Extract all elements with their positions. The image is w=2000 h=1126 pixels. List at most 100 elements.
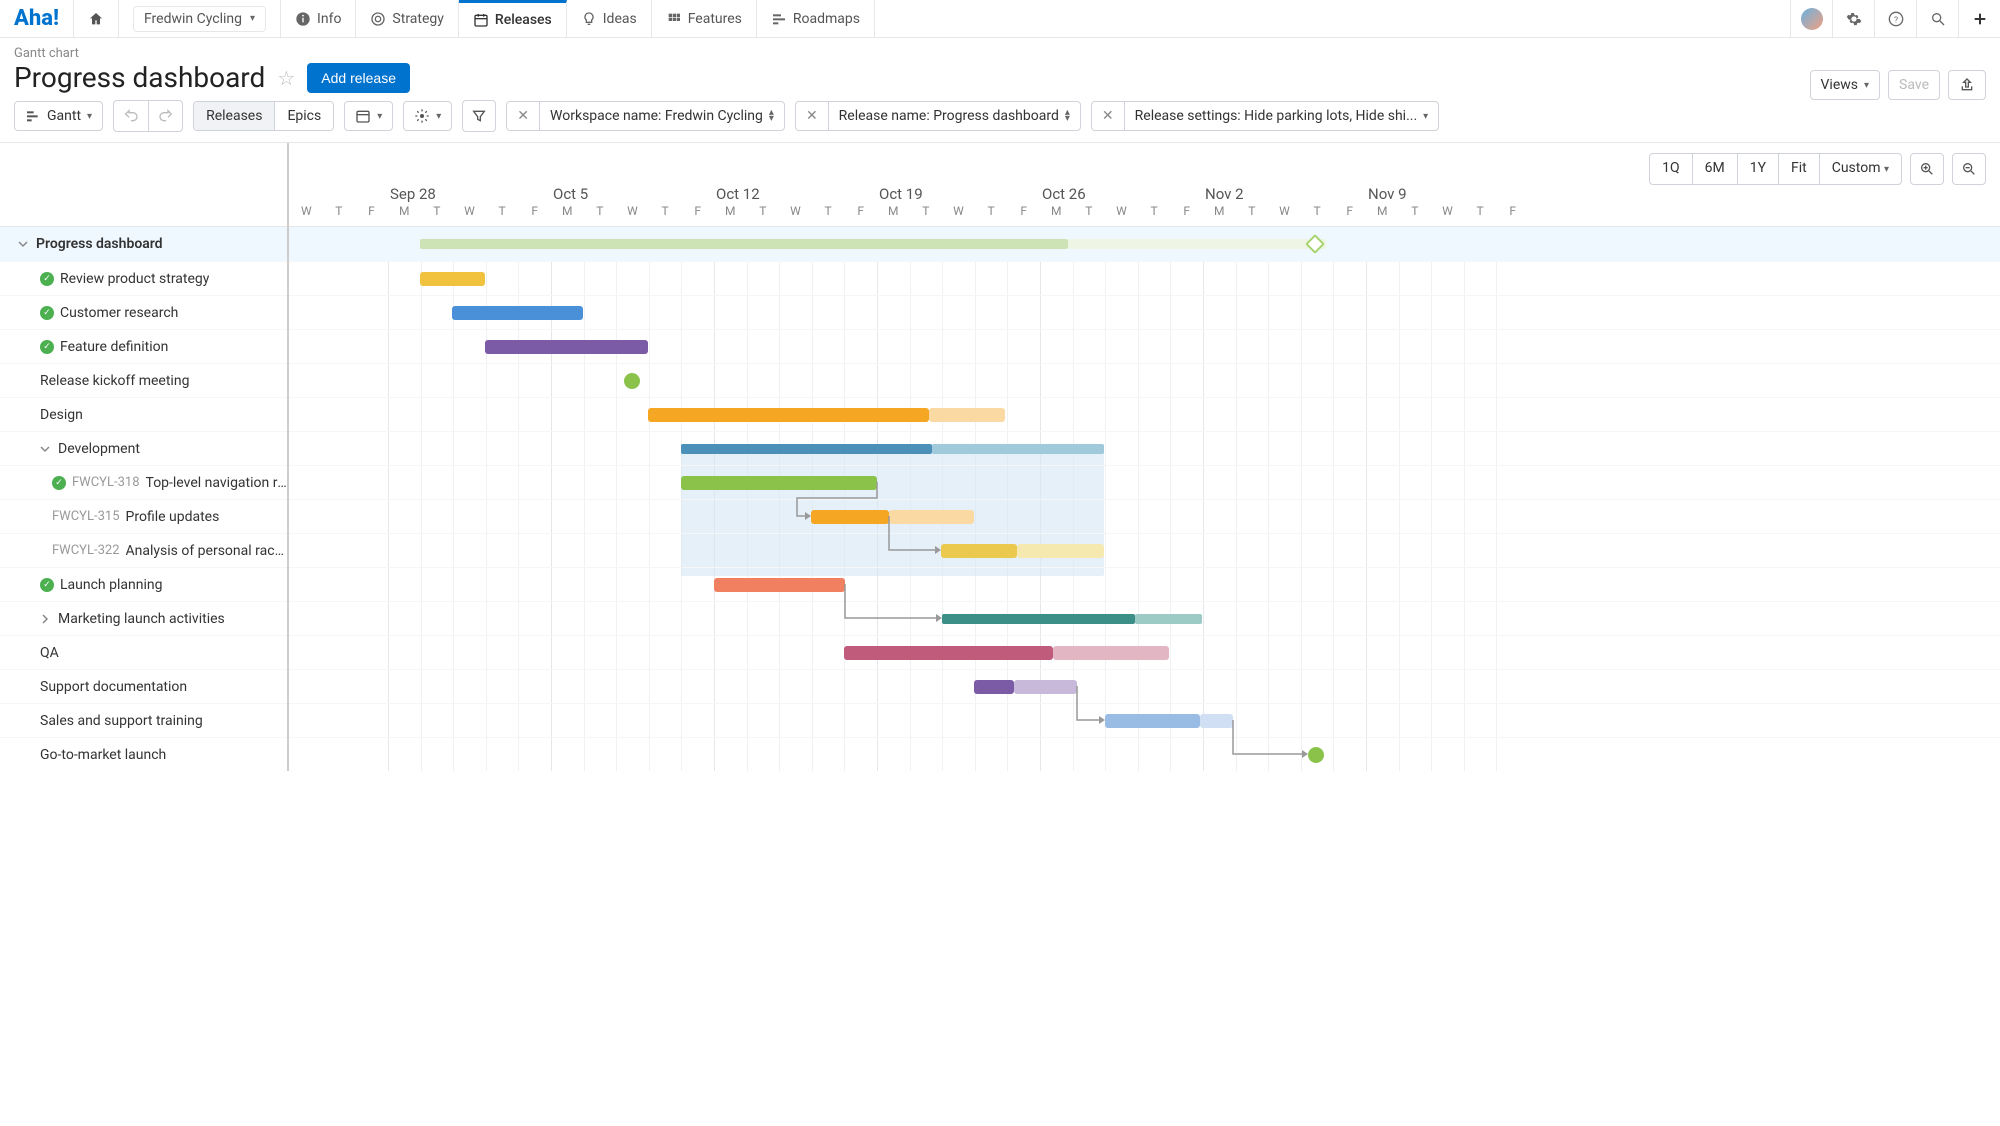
gantt-row[interactable] bbox=[289, 533, 2000, 567]
seg-releases[interactable]: Releases bbox=[194, 102, 274, 130]
nav-info[interactable]: Info bbox=[281, 0, 356, 37]
seg-epics[interactable]: Epics bbox=[274, 102, 333, 130]
task-bar[interactable] bbox=[485, 340, 648, 354]
gantt-row[interactable] bbox=[289, 567, 2000, 601]
gantt-row[interactable] bbox=[289, 261, 2000, 295]
save-button[interactable]: Save bbox=[1888, 70, 1940, 100]
task-name[interactable]: Customer research bbox=[60, 305, 178, 321]
task-row[interactable]: FWCYL-315Profile updates bbox=[0, 499, 287, 533]
zoom-fit[interactable]: Fit bbox=[1778, 154, 1819, 184]
settings-button[interactable] bbox=[1832, 0, 1874, 37]
close-icon[interactable]: ✕ bbox=[1092, 102, 1125, 130]
gantt-row[interactable] bbox=[289, 363, 2000, 397]
task-name[interactable]: Development bbox=[58, 441, 140, 457]
task-name[interactable]: Review product strategy bbox=[60, 271, 209, 287]
close-icon[interactable]: ✕ bbox=[507, 102, 540, 130]
task-bar[interactable] bbox=[1017, 544, 1104, 558]
task-row[interactable]: Support documentation bbox=[0, 669, 287, 703]
task-bar[interactable] bbox=[714, 578, 845, 592]
views-dropdown[interactable]: Views▾ bbox=[1810, 70, 1881, 100]
home-button[interactable] bbox=[74, 0, 119, 37]
close-icon[interactable]: ✕ bbox=[796, 102, 829, 130]
nav-strategy[interactable]: Strategy bbox=[356, 0, 458, 37]
task-bar[interactable] bbox=[941, 544, 1017, 558]
gantt-timeline[interactable]: 1Q 6M 1Y Fit Custom ▾ Sep 28Oct 5Oct 12O… bbox=[289, 143, 2000, 771]
filter-button[interactable] bbox=[462, 100, 496, 132]
zoom-1y[interactable]: 1Y bbox=[1737, 154, 1778, 184]
share-button[interactable] bbox=[1948, 70, 1986, 100]
milestone-dot[interactable] bbox=[1308, 747, 1324, 763]
task-bar[interactable] bbox=[681, 476, 877, 490]
task-name[interactable]: Top-level navigation re... bbox=[146, 475, 287, 491]
task-name[interactable]: Marketing launch activities bbox=[58, 611, 225, 627]
gantt-row[interactable] bbox=[289, 329, 2000, 363]
zoom-in-button[interactable] bbox=[1910, 153, 1944, 185]
task-bar[interactable] bbox=[974, 680, 1014, 694]
task-row[interactable]: Go-to-market launch bbox=[0, 737, 287, 771]
task-name[interactable]: Progress dashboard bbox=[36, 236, 163, 252]
task-name[interactable]: Sales and support training bbox=[40, 713, 203, 729]
zoom-1q[interactable]: 1Q bbox=[1650, 154, 1692, 184]
gantt-row[interactable] bbox=[289, 737, 2000, 771]
summary-bar[interactable] bbox=[1135, 614, 1202, 624]
task-bar[interactable] bbox=[452, 306, 583, 320]
gantt-row[interactable] bbox=[289, 499, 2000, 533]
task-bar[interactable] bbox=[1053, 646, 1169, 660]
filter-release[interactable]: ✕ Release name: Progress dashboard▴▾ bbox=[795, 101, 1081, 131]
workspace-selector[interactable]: Fredwin Cycling ▾ bbox=[119, 0, 281, 37]
undo-button[interactable] bbox=[114, 101, 148, 131]
nav-releases[interactable]: Releases bbox=[459, 0, 567, 37]
filter-settings[interactable]: ✕ Release settings: Hide parking lots, H… bbox=[1091, 101, 1439, 131]
task-name[interactable]: Support documentation bbox=[40, 679, 187, 695]
avatar[interactable] bbox=[1790, 0, 1832, 37]
nav-roadmaps[interactable]: Roadmaps bbox=[757, 0, 875, 37]
task-row[interactable]: Development bbox=[0, 431, 287, 465]
gantt-row[interactable] bbox=[289, 601, 2000, 635]
chevron-down-icon[interactable] bbox=[40, 444, 52, 454]
task-row[interactable]: ✓Review product strategy bbox=[0, 261, 287, 295]
chevron-down-icon[interactable] bbox=[18, 239, 30, 249]
task-bar[interactable] bbox=[929, 408, 1005, 422]
search-button[interactable] bbox=[1916, 0, 1958, 37]
task-row[interactable]: QA bbox=[0, 635, 287, 669]
task-row[interactable]: ✓Launch planning bbox=[0, 567, 287, 601]
redo-button[interactable] bbox=[148, 101, 182, 131]
task-bar[interactable] bbox=[648, 408, 929, 422]
filter-workspace[interactable]: ✕ Workspace name: Fredwin Cycling▴▾ bbox=[506, 101, 785, 131]
task-name[interactable]: Feature definition bbox=[60, 339, 168, 355]
add-button[interactable] bbox=[1958, 0, 2000, 37]
task-name[interactable]: Profile updates bbox=[126, 509, 220, 525]
task-row[interactable]: ✓Feature definition bbox=[0, 329, 287, 363]
task-bar[interactable] bbox=[1105, 714, 1200, 728]
task-name[interactable]: Analysis of personal race g... bbox=[126, 543, 287, 559]
task-bar[interactable] bbox=[811, 510, 889, 524]
milestone-marker[interactable] bbox=[1305, 234, 1325, 254]
task-name[interactable]: QA bbox=[40, 645, 59, 661]
gantt-row[interactable] bbox=[289, 669, 2000, 703]
zoom-out-button[interactable] bbox=[1952, 153, 1986, 185]
task-row[interactable]: ✓Customer research bbox=[0, 295, 287, 329]
task-row[interactable]: FWCYL-322Analysis of personal race g... bbox=[0, 533, 287, 567]
gantt-row[interactable] bbox=[289, 465, 2000, 499]
milestone-dot[interactable] bbox=[624, 373, 640, 389]
task-row[interactable]: Marketing launch activities bbox=[0, 601, 287, 635]
gantt-dropdown[interactable]: Gantt▾ bbox=[14, 101, 103, 131]
gantt-row[interactable] bbox=[289, 703, 2000, 737]
gear-dropdown[interactable]: ▾ bbox=[403, 101, 452, 131]
nav-features[interactable]: Features bbox=[652, 0, 757, 37]
zoom-6m[interactable]: 6M bbox=[1692, 154, 1737, 184]
gantt-row[interactable] bbox=[289, 227, 2000, 261]
help-button[interactable]: ? bbox=[1874, 0, 1916, 37]
task-name[interactable]: Launch planning bbox=[60, 577, 162, 593]
summary-bar[interactable] bbox=[942, 614, 1135, 624]
gantt-row[interactable] bbox=[289, 635, 2000, 669]
task-row[interactable]: ✓FWCYL-318Top-level navigation re... bbox=[0, 465, 287, 499]
chevron-right-icon[interactable] bbox=[40, 614, 52, 624]
task-bar[interactable] bbox=[420, 272, 485, 286]
task-bar[interactable] bbox=[1014, 680, 1077, 694]
task-name[interactable]: Go-to-market launch bbox=[40, 747, 166, 763]
task-row[interactable]: Progress dashboard bbox=[0, 227, 287, 261]
task-bar[interactable] bbox=[1200, 714, 1233, 728]
date-dropdown[interactable]: ▾ bbox=[344, 101, 393, 131]
task-name[interactable]: Release kickoff meeting bbox=[40, 373, 189, 389]
